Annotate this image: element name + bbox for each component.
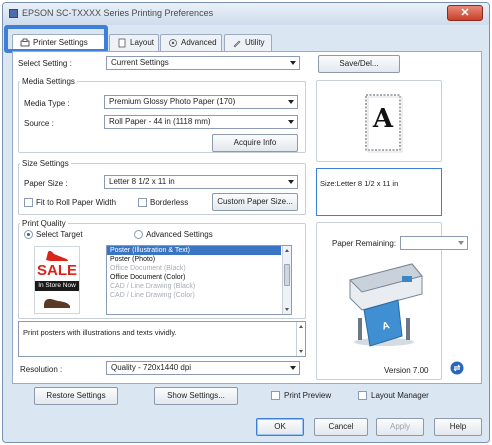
size-settings-title: Size Settings bbox=[20, 159, 71, 168]
chevron-down-icon bbox=[288, 180, 294, 184]
version-text: Version 7.00 bbox=[384, 366, 429, 375]
target-item-poster-photo[interactable]: Poster (Photo) bbox=[107, 255, 281, 264]
tab-layout[interactable]: Layout bbox=[109, 34, 159, 51]
borderless-label: Borderless bbox=[150, 198, 189, 207]
chevron-down-icon bbox=[458, 241, 464, 245]
swap-arrows-icon[interactable] bbox=[450, 361, 464, 375]
scroll-up-icon[interactable] bbox=[285, 249, 289, 252]
target-description: Print posters with illustrations and tex… bbox=[18, 321, 306, 357]
advanced-settings-radio[interactable] bbox=[134, 230, 143, 239]
target-list-scrollbar[interactable] bbox=[282, 246, 291, 314]
scroll-thumb[interactable] bbox=[284, 264, 290, 286]
mens-shoe-icon bbox=[44, 298, 70, 308]
resolution-label: Resolution : bbox=[20, 365, 63, 374]
target-item-cad-color[interactable]: CAD / Line Drawing (Color) bbox=[107, 291, 281, 300]
paper-size-label: Paper Size : bbox=[24, 179, 68, 188]
custom-paper-size-button[interactable]: Custom Paper Size... bbox=[212, 193, 298, 211]
layout-manager-label: Layout Manager bbox=[371, 391, 429, 400]
high-heel-shoe-icon bbox=[46, 250, 68, 261]
acquire-info-button[interactable]: Acquire Info bbox=[212, 134, 298, 152]
description-scrollbar[interactable] bbox=[296, 322, 305, 356]
chevron-down-icon bbox=[288, 100, 294, 104]
size-info-box bbox=[316, 168, 442, 216]
advanced-icon bbox=[169, 39, 177, 47]
tab-advanced[interactable]: Advanced bbox=[160, 34, 222, 51]
in-store-now-text: In Store Now bbox=[35, 281, 79, 291]
print-preview-label: Print Preview bbox=[284, 391, 332, 400]
select-setting-combo[interactable]: Current Settings bbox=[106, 56, 300, 70]
borderless-checkbox[interactable] bbox=[138, 198, 147, 207]
scroll-up-icon[interactable] bbox=[299, 325, 303, 328]
help-button[interactable]: Help bbox=[434, 418, 482, 436]
sale-text: SALE bbox=[36, 262, 77, 279]
layout-manager-checkbox[interactable] bbox=[358, 391, 367, 400]
select-target-radio[interactable] bbox=[24, 230, 33, 239]
print-quality-title: Print Quality bbox=[20, 219, 68, 228]
chevron-down-icon bbox=[288, 120, 294, 124]
target-item-office-black[interactable]: Office Document (Black) bbox=[107, 264, 281, 273]
chevron-down-icon bbox=[290, 61, 296, 65]
preview-letter: A bbox=[372, 104, 394, 134]
scroll-down-icon[interactable] bbox=[285, 308, 289, 311]
cancel-button[interactable]: Cancel bbox=[314, 418, 368, 436]
save-del-button[interactable]: Save/Del... bbox=[318, 55, 400, 73]
layout-icon bbox=[118, 38, 126, 48]
window-title: EPSON SC-TXXXX Series Printing Preferenc… bbox=[22, 8, 214, 18]
chevron-down-icon bbox=[290, 366, 296, 370]
paper-size-combo[interactable]: Letter 8 1/2 x 11 in bbox=[104, 175, 298, 189]
fit-to-roll-label: Fit to Roll Paper Width bbox=[36, 198, 117, 207]
tab-utility-label: Utility bbox=[245, 38, 265, 47]
select-setting-label: Select Setting : bbox=[18, 59, 72, 68]
close-button[interactable]: ✕ bbox=[447, 5, 483, 21]
restore-settings-button[interactable]: Restore Settings bbox=[34, 387, 118, 405]
select-target-label: Select Target bbox=[36, 230, 83, 239]
advanced-settings-label: Advanced Settings bbox=[146, 230, 213, 239]
print-preview-checkbox[interactable] bbox=[271, 391, 280, 400]
target-list: Poster (Illustration & Text) Poster (Pho… bbox=[107, 246, 281, 300]
show-settings-button[interactable]: Show Settings... bbox=[154, 387, 238, 405]
resolution-value: Quality - 720x1440 dpi bbox=[111, 363, 192, 372]
target-item-poster-illustration[interactable]: Poster (Illustration & Text) bbox=[107, 246, 281, 255]
media-type-value: Premium Glossy Photo Paper (170) bbox=[109, 97, 236, 106]
resolution-combo[interactable]: Quality - 720x1440 dpi bbox=[106, 361, 300, 375]
media-type-combo[interactable]: Premium Glossy Photo Paper (170) bbox=[104, 95, 298, 109]
ok-button[interactable]: OK bbox=[256, 418, 304, 436]
paper-remaining-label: Paper Remaining: bbox=[332, 239, 397, 248]
tab-utility[interactable]: Utility bbox=[224, 34, 272, 51]
source-value: Roll Paper - 44 in (1118 mm) bbox=[109, 117, 211, 126]
utility-icon bbox=[233, 40, 241, 48]
target-description-text: Print posters with illustrations and tex… bbox=[23, 328, 177, 337]
media-settings-title: Media Settings bbox=[20, 77, 77, 86]
target-item-cad-black[interactable]: CAD / Line Drawing (Black) bbox=[107, 282, 281, 291]
tab-highlight-callout bbox=[4, 25, 108, 53]
media-type-label: Media Type : bbox=[24, 99, 70, 108]
paper-size-value: Letter 8 1/2 x 11 in bbox=[109, 177, 175, 186]
tab-advanced-label: Advanced bbox=[181, 38, 217, 47]
paper-remaining-combo[interactable] bbox=[400, 236, 468, 250]
apply-button[interactable]: Apply bbox=[376, 418, 424, 436]
source-combo[interactable]: Roll Paper - 44 in (1118 mm) bbox=[104, 115, 298, 129]
scroll-down-icon[interactable] bbox=[299, 350, 303, 353]
target-item-office-color[interactable]: Office Document (Color) bbox=[107, 273, 281, 282]
source-label: Source : bbox=[24, 119, 54, 128]
fit-to-roll-checkbox[interactable] bbox=[24, 198, 33, 207]
tab-layout-label: Layout bbox=[130, 38, 155, 47]
select-setting-value: Current Settings bbox=[111, 58, 169, 67]
size-info-text: Size:Letter 8 1/2 x 11 in bbox=[320, 179, 399, 188]
printer-app-icon bbox=[9, 9, 18, 18]
large-format-printer-icon: A bbox=[349, 263, 423, 347]
